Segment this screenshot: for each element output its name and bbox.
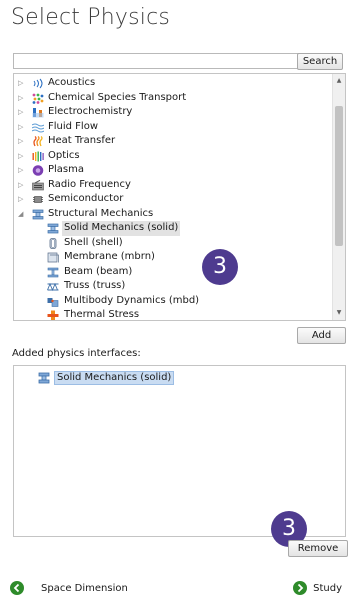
previous-step-label: Space Dimension xyxy=(41,582,128,594)
radio-frequency-icon xyxy=(32,179,44,191)
truss-icon xyxy=(47,281,59,292)
multibody-dynamics-icon xyxy=(47,296,59,307)
semiconductor-icon xyxy=(32,194,43,205)
tree-item-label: Heat Transfer xyxy=(48,135,116,146)
fluid-flow-icon xyxy=(31,122,45,133)
tree-item-label: Electrochemistry xyxy=(48,106,133,117)
beam-icon xyxy=(47,267,59,278)
tree-item-label: Thermal Stress xyxy=(64,309,140,320)
previous-step-link[interactable]: Space Dimension xyxy=(10,581,128,595)
callout-badge: 3 xyxy=(202,249,238,285)
tree-item[interactable]: ◢ Structural Mechanics xyxy=(14,207,331,222)
tree-item[interactable]: ▷ Heat Transfer xyxy=(14,134,331,149)
tree-item-label: Shell (shell) xyxy=(64,236,123,248)
physics-tree[interactable]: ▷ Acoustics ▷ Chemical Species Transport ▷ El… xyxy=(13,73,346,321)
page-title: Select Physics xyxy=(11,5,171,30)
scroll-up-icon[interactable]: ▲ xyxy=(333,75,345,87)
collapsed-arrow-icon[interactable]: ▷ xyxy=(18,149,26,164)
collapsed-arrow-icon[interactable]: ▷ xyxy=(18,105,26,120)
collapsed-arrow-icon[interactable]: ▷ xyxy=(18,91,26,106)
tree-item-label: Membrane (mbrn) xyxy=(64,251,155,262)
next-step-link[interactable]: Study xyxy=(293,581,342,595)
physics-tree-rows: ▷ Acoustics ▷ Chemical Species Transport ▷ El… xyxy=(14,76,331,320)
structural-mechanics-icon xyxy=(32,209,44,220)
search-button[interactable]: Search xyxy=(297,53,343,70)
next-step-label: Study xyxy=(313,582,342,594)
tree-item[interactable]: Truss (truss) xyxy=(14,279,331,294)
heat-transfer-icon xyxy=(32,135,43,147)
shell-icon xyxy=(47,237,58,249)
tree-item[interactable]: Multibody Dynamics (mbd) xyxy=(14,294,331,309)
expanded-arrow-icon[interactable]: ◢ xyxy=(18,207,26,222)
tree-item[interactable]: ▷ Plasma xyxy=(14,163,331,178)
tree-item-label: Beam (beam) xyxy=(64,265,133,277)
tree-item[interactable]: ▷ Radio Frequency xyxy=(14,178,331,193)
tree-item-label: Plasma xyxy=(48,164,85,175)
collapsed-arrow-icon[interactable]: ▷ xyxy=(18,192,26,207)
optics-icon xyxy=(32,151,44,162)
membrane-icon xyxy=(47,252,59,263)
tree-item-label: Fluid Flow xyxy=(48,120,98,132)
chemical-species-icon xyxy=(32,93,44,104)
solid-mechanics-icon xyxy=(47,223,59,234)
tree-item[interactable]: Solid Mechanics (solid) xyxy=(14,221,331,236)
tree-item-label: Multibody Dynamics (mbd) xyxy=(64,294,200,306)
collapsed-arrow-icon[interactable]: ▷ xyxy=(18,120,26,135)
scroll-thumb[interactable] xyxy=(335,106,343,246)
tree-item-label: Truss (truss) xyxy=(64,280,126,291)
added-item-label: Solid Mechanics (solid) xyxy=(54,371,175,385)
tree-item-label: Radio Frequency xyxy=(48,178,131,190)
collapsed-arrow-icon[interactable]: ▷ xyxy=(18,178,26,193)
thermal-stress-icon xyxy=(47,310,59,320)
tree-scrollbar[interactable]: ▲ ▼ xyxy=(332,74,345,320)
tree-item[interactable]: Shell (shell) xyxy=(14,236,331,251)
add-button[interactable]: Add xyxy=(297,327,346,344)
acoustics-icon xyxy=(32,78,43,89)
tree-item-label: Structural Mechanics xyxy=(48,207,154,219)
tree-item[interactable]: ▷ Optics xyxy=(14,149,331,164)
electrochemistry-icon xyxy=(32,107,44,118)
remove-button[interactable]: Remove xyxy=(288,540,348,557)
collapsed-arrow-icon[interactable]: ▷ xyxy=(18,76,26,91)
tree-item[interactable]: Beam (beam) xyxy=(14,265,331,280)
plasma-icon xyxy=(32,165,44,176)
tree-item-label: Optics xyxy=(48,149,80,161)
tree-item-label: Solid Mechanics (solid) xyxy=(62,221,181,236)
scroll-down-icon[interactable]: ▼ xyxy=(333,307,345,319)
tree-item-label: Semiconductor xyxy=(48,193,124,204)
arrow-left-icon xyxy=(10,581,24,595)
tree-item[interactable]: ▷ Semiconductor xyxy=(14,192,331,207)
tree-item[interactable]: ▷ Electrochemistry xyxy=(14,105,331,120)
added-interfaces-list[interactable]: Solid Mechanics (solid) xyxy=(13,365,346,537)
tree-item[interactable]: ▷ Fluid Flow xyxy=(14,120,331,135)
tree-item[interactable]: ▷ Chemical Species Transport xyxy=(14,91,331,106)
tree-item[interactable]: ▷ Acoustics xyxy=(14,76,331,91)
collapsed-arrow-icon[interactable]: ▷ xyxy=(18,163,26,178)
tree-item-label: Acoustics xyxy=(48,77,96,88)
tree-item[interactable]: Thermal Stress xyxy=(14,308,331,320)
search-input[interactable] xyxy=(13,53,300,69)
tree-item[interactable]: Membrane (mbrn) xyxy=(14,250,331,265)
collapsed-arrow-icon[interactable]: ▷ xyxy=(18,134,26,149)
tree-item-label: Chemical Species Transport xyxy=(48,91,187,103)
arrow-right-icon xyxy=(293,581,308,595)
added-interfaces-label: Added physics interfaces: xyxy=(12,348,141,359)
solid-mechanics-icon xyxy=(38,372,50,384)
